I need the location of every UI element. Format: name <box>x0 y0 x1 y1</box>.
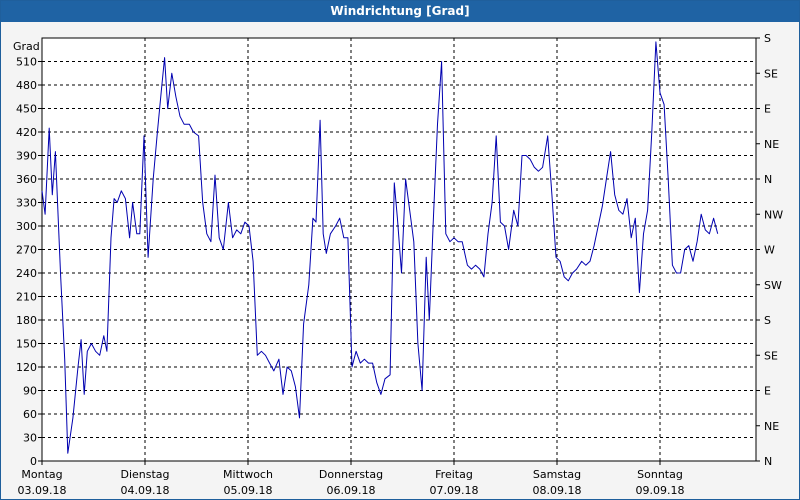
y-axis-left: 0 30 60 90 120 150 180 210 240 270 300 330 360 390 420… <box>16 56 42 468</box>
y2-tick-label: NW <box>764 208 783 221</box>
y2-tick-label: N <box>764 455 772 468</box>
y-tick-label: 150 <box>16 338 37 351</box>
y2-tick-label: S <box>764 314 771 327</box>
y-tick-label: 60 <box>23 408 37 421</box>
y-tick-label: 180 <box>16 314 37 327</box>
x-axis: Montag 03.09.18 Dienstag 04.09.18 Mittwoch 05… <box>18 461 685 497</box>
x-tick-day: Montag <box>21 468 62 481</box>
y-tick-label: 360 <box>16 173 37 186</box>
y2-tick-label: NE <box>764 420 779 433</box>
x-tick-date: 09.09.18 <box>636 484 685 497</box>
y-tick-label: 240 <box>16 267 37 280</box>
x-tick-date: 05.09.18 <box>224 484 273 497</box>
y-tick-label: 0 <box>30 455 37 468</box>
y2-tick-label: E <box>764 385 771 398</box>
y-tick-label: 510 <box>16 56 37 69</box>
y-tick-label: 450 <box>16 103 37 116</box>
x-tick-day: Donnerstag <box>319 468 383 481</box>
y-tick-label: 210 <box>16 291 37 304</box>
y-tick-label: 270 <box>16 244 37 257</box>
x-tick-date: 04.09.18 <box>121 484 170 497</box>
x-tick-date: 07.09.18 <box>430 484 479 497</box>
y2-tick-label: NE <box>764 138 779 151</box>
y-tick-label: 420 <box>16 126 37 139</box>
y2-tick-label: N <box>764 173 772 186</box>
y2-tick-label: SE <box>764 349 778 362</box>
y-tick-label: 120 <box>16 361 37 374</box>
y2-tick-label: SW <box>764 279 782 292</box>
y-tick-label: 30 <box>23 432 37 445</box>
wind-direction-chart: 0 30 60 90 120 150 180 210 240 270 300 330 360 390 420… <box>13 32 783 497</box>
x-tick-day: Freitag <box>435 468 473 481</box>
y2-tick-label: SE <box>764 67 778 80</box>
y2-tick-label: W <box>764 244 775 257</box>
y-axis-right: N NE E SE S SW W NW N NE E SE S <box>756 32 783 468</box>
x-tick-date: 03.09.18 <box>18 484 67 497</box>
x-tick-day: Dienstag <box>120 468 169 481</box>
y-tick-label: 300 <box>16 220 37 233</box>
y-axis-label: Grad <box>13 40 40 53</box>
x-tick-day: Mittwoch <box>223 468 273 481</box>
y-tick-label: 330 <box>16 197 37 210</box>
x-tick-day: Sonntag <box>637 468 683 481</box>
x-tick-date: 06.09.18 <box>327 484 376 497</box>
x-tick-date: 08.09.18 <box>533 484 582 497</box>
y-tick-label: 90 <box>23 385 37 398</box>
y2-tick-label: E <box>764 103 771 116</box>
y-tick-label: 480 <box>16 79 37 92</box>
y2-tick-label: S <box>764 32 771 45</box>
x-tick-day: Samstag <box>533 468 581 481</box>
y-tick-label: 390 <box>16 150 37 163</box>
